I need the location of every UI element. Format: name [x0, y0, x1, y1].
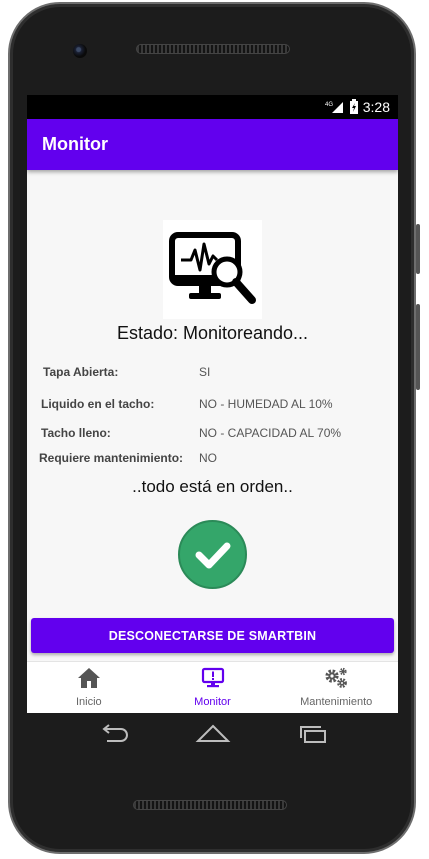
home-icon [77, 667, 101, 694]
back-icon[interactable] [97, 723, 131, 749]
system-navigation-bar [27, 713, 398, 759]
app-title: Monitor [42, 134, 108, 154]
status-bar: 4G 3:28 [27, 95, 398, 119]
status-text: Estado: Monitoreando... [116, 323, 309, 343]
signal-icon: 4G [325, 100, 345, 114]
bottom-navigation: Inicio Monitor Mantenimiento [27, 661, 398, 713]
volume-button [416, 224, 420, 274]
nav-item-mantenimiento[interactable]: Mantenimiento [274, 662, 398, 713]
power-button [416, 304, 420, 390]
top-speaker [136, 44, 290, 54]
screen: 4G 3:28 Monitor Estado: Monitoreando... [27, 95, 398, 713]
bottom-speaker [133, 800, 287, 810]
front-camera [73, 44, 87, 58]
battery-charging-icon [349, 99, 359, 115]
value-tapa-abierta: SI [199, 365, 211, 379]
recents-icon[interactable] [296, 724, 328, 749]
label-tapa-abierta: Tapa Abierta: [43, 365, 119, 379]
clock: 3:28 [362, 99, 390, 115]
label-mantenimiento: Requiere mantenimiento: [39, 451, 184, 465]
nav-label-monitor: Monitor [194, 696, 231, 708]
label-liquido: Liquido en el tacho: [41, 397, 155, 411]
value-mantenimiento: NO [199, 451, 217, 465]
nav-item-inicio[interactable]: Inicio [27, 662, 151, 713]
gears-icon [323, 667, 349, 694]
nav-label-mantenimiento: Mantenimiento [300, 696, 373, 708]
value-tacho-lleno: NO - CAPACIDAD AL 70% [199, 426, 342, 440]
home-button-icon[interactable] [195, 724, 231, 749]
check-circle-icon [178, 520, 247, 589]
monitor-alert-icon [201, 667, 225, 694]
app-bar: Monitor [27, 119, 398, 170]
nav-label-inicio: Inicio [75, 696, 102, 708]
nav-item-monitor[interactable]: Monitor [151, 662, 275, 713]
disconnect-button[interactable]: DESCONECTARSE DE SMARTBIN [31, 618, 394, 653]
status-message: ..todo está en orden.. [132, 477, 293, 496]
svg-text:4G: 4G [325, 102, 333, 108]
label-tacho-lleno: Tacho lleno: [41, 426, 111, 440]
value-liquido: NO - HUMEDAD AL 10% [199, 397, 333, 411]
monitor-search-icon [163, 220, 262, 319]
